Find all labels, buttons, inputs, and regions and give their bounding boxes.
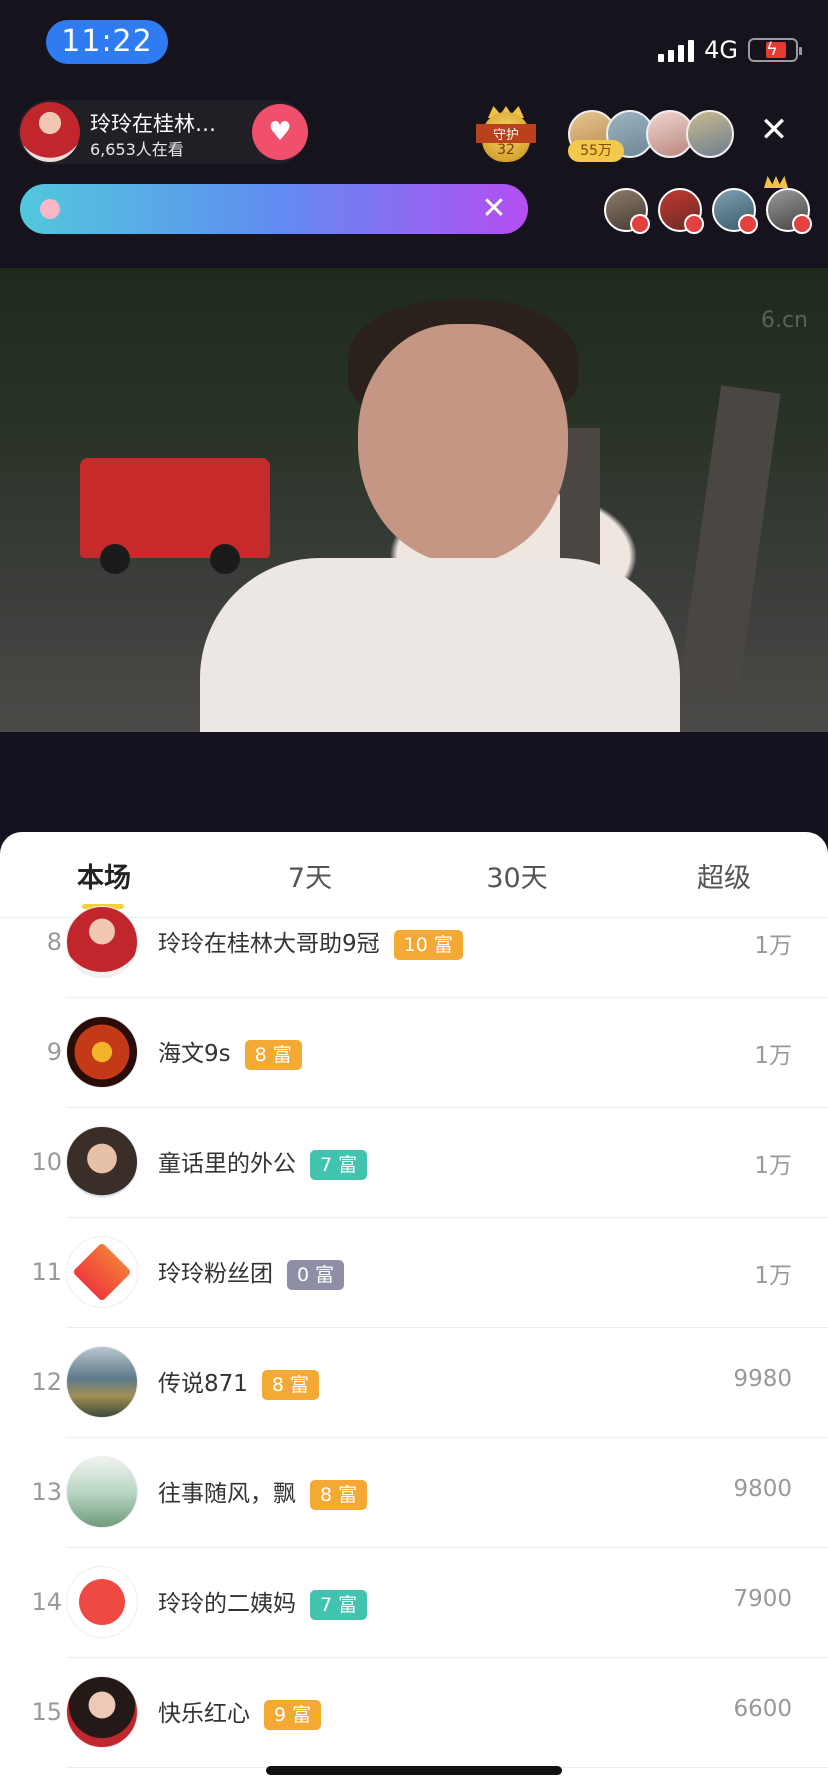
top-fans[interactable]: 55万 xyxy=(568,108,738,164)
contribution-value: 1万 xyxy=(754,1043,792,1069)
fans-badge: 55万 xyxy=(568,140,624,162)
user-name: 玲玲在桂林大哥助9冠 xyxy=(158,931,380,957)
wealth-level-badge: 7 富 xyxy=(310,1149,368,1180)
fan-club-icon xyxy=(72,1242,132,1302)
watermark: 6.cn xyxy=(760,308,808,333)
contribution-value: 7900 xyxy=(733,1586,792,1612)
video-scene xyxy=(80,458,270,574)
status-time: 11:22 xyxy=(46,20,168,64)
wealth-level-badge: 9 富 xyxy=(264,1699,322,1730)
status-indicators: 4G ϟ xyxy=(658,30,802,70)
sofa-icon xyxy=(630,214,650,234)
rank-row[interactable]: 12 传说871 8 富 9980 xyxy=(0,1328,828,1438)
user-avatar[interactable] xyxy=(66,1346,138,1418)
viewer-avatar[interactable] xyxy=(712,188,758,234)
user-name-line: 往事随风，飘 8 富 xyxy=(158,1474,368,1510)
heart-plus-icon: ♥ xyxy=(268,117,292,147)
pig-icon xyxy=(40,199,60,219)
close-live-button[interactable]: ✕ xyxy=(756,112,792,148)
rank-row[interactable]: 13 往事随风，飘 8 富 9800 xyxy=(0,1438,828,1548)
contribution-panel: 本场 7天 30天 超级 8 玲玲在桂林大哥助9冠 10 富 1万 9 海文9s 8 富 1万… xyxy=(0,832,828,1792)
user-avatar[interactable] xyxy=(66,1126,138,1198)
network-label: 4G xyxy=(704,36,738,64)
online-viewers[interactable] xyxy=(604,176,816,236)
contribution-value: 1万 xyxy=(754,1263,792,1289)
rank-row[interactable]: 15 快乐红心 9 富 6600 xyxy=(0,1658,828,1768)
user-avatar[interactable] xyxy=(66,1566,138,1638)
sofa-icon xyxy=(684,214,704,234)
wink-face-icon xyxy=(79,1579,125,1625)
rank-number: 9 xyxy=(46,1038,62,1066)
rank-number: 11 xyxy=(31,1258,62,1286)
user-name-line: 传说871 8 富 xyxy=(158,1364,320,1400)
rank-number: 8 xyxy=(46,928,62,956)
viewer-avatar[interactable] xyxy=(604,188,650,234)
rank-row[interactable]: 8 玲玲在桂林大哥助9冠 10 富 1万 xyxy=(0,888,828,998)
guard-count: 32 xyxy=(497,142,515,158)
rank-list: 8 玲玲在桂林大哥助9冠 10 富 1万 9 海文9s 8 富 1万 10 童话里的外公 7 富 1万… xyxy=(0,906,828,1768)
live-video[interactable]: 6.cn xyxy=(0,268,828,732)
user-name: 童话里的外公 xyxy=(158,1151,296,1177)
rank-number: 12 xyxy=(31,1368,62,1396)
rank-number: 10 xyxy=(31,1148,62,1176)
rank-row[interactable]: 11 玲玲粉丝团 0 富 1万 xyxy=(0,1218,828,1328)
contribution-value: 1万 xyxy=(754,1153,792,1179)
wealth-level-badge: 8 富 xyxy=(244,1039,302,1070)
user-avatar[interactable] xyxy=(66,1456,138,1528)
wealth-level-badge: 7 富 xyxy=(310,1589,368,1620)
wealth-level-badge: 10 富 xyxy=(393,929,463,960)
notice-bar[interactable]: ✕ xyxy=(20,184,528,234)
user-avatar[interactable] xyxy=(66,1016,138,1088)
user-name: 传说871 xyxy=(158,1371,248,1397)
wealth-level-badge: 8 富 xyxy=(261,1369,320,1400)
user-name: 玲玲的二姨妈 xyxy=(158,1591,296,1617)
battery-icon: ϟ xyxy=(748,38,802,62)
user-avatar[interactable] xyxy=(66,906,138,978)
close-notice-button[interactable]: ✕ xyxy=(476,191,512,227)
host-avatar[interactable] xyxy=(20,102,80,162)
close-icon: ✕ xyxy=(481,191,507,226)
user-name: 玲玲粉丝团 xyxy=(158,1261,273,1287)
contribution-value: 1万 xyxy=(754,933,792,959)
rank-number: 13 xyxy=(31,1478,62,1506)
contribution-value: 9800 xyxy=(733,1476,792,1502)
user-avatar[interactable] xyxy=(66,1236,138,1308)
contribution-value: 6600 xyxy=(733,1696,792,1722)
user-name-line: 玲玲粉丝团 0 富 xyxy=(158,1254,345,1290)
crown-icon xyxy=(764,176,788,188)
wealth-level-badge: 0 富 xyxy=(287,1259,345,1290)
live-header: 11:22 4G ϟ 玲玲在桂林… 6,653人在看 ♥ 守护 32 55万 ✕ xyxy=(0,0,828,264)
close-icon: ✕ xyxy=(759,110,789,150)
sofa-icon xyxy=(738,214,758,234)
user-name-line: 玲玲的二姨妈 7 富 xyxy=(158,1584,368,1620)
signal-icon xyxy=(658,38,695,62)
guard-label: 守护 xyxy=(476,124,536,143)
rank-row[interactable]: 10 童话里的外公 7 富 1万 xyxy=(0,1108,828,1218)
viewer-avatar[interactable] xyxy=(766,188,812,234)
viewer-avatar[interactable] xyxy=(658,188,704,234)
user-name-line: 童话里的外公 7 富 xyxy=(158,1144,368,1180)
home-indicator[interactable] xyxy=(266,1766,562,1775)
rank-row[interactable]: 9 海文9s 8 富 1万 xyxy=(0,998,828,1108)
wealth-level-badge: 8 富 xyxy=(310,1479,368,1510)
contribution-value: 9980 xyxy=(733,1366,792,1392)
user-name-line: 玲玲在桂林大哥助9冠 10 富 xyxy=(158,924,463,960)
rank-number: 15 xyxy=(31,1698,62,1726)
user-name: 往事随风，飘 xyxy=(158,1481,296,1507)
guard-badge[interactable]: 守护 32 xyxy=(476,106,536,164)
rank-number: 14 xyxy=(31,1588,62,1616)
host-name: 玲玲在桂林… xyxy=(90,112,216,136)
follow-button[interactable]: ♥ xyxy=(252,104,308,160)
user-name: 快乐红心 xyxy=(158,1701,250,1727)
viewer-count: 6,653人在看 xyxy=(90,140,184,159)
fan-avatar[interactable] xyxy=(686,110,734,158)
user-name-line: 海文9s 8 富 xyxy=(158,1034,302,1070)
user-name-line: 快乐红心 9 富 xyxy=(158,1694,322,1730)
sofa-icon xyxy=(792,214,812,234)
rank-row[interactable]: 14 玲玲的二姨妈 7 富 7900 xyxy=(0,1548,828,1658)
user-avatar[interactable] xyxy=(66,1676,138,1748)
user-name: 海文9s xyxy=(158,1041,231,1067)
